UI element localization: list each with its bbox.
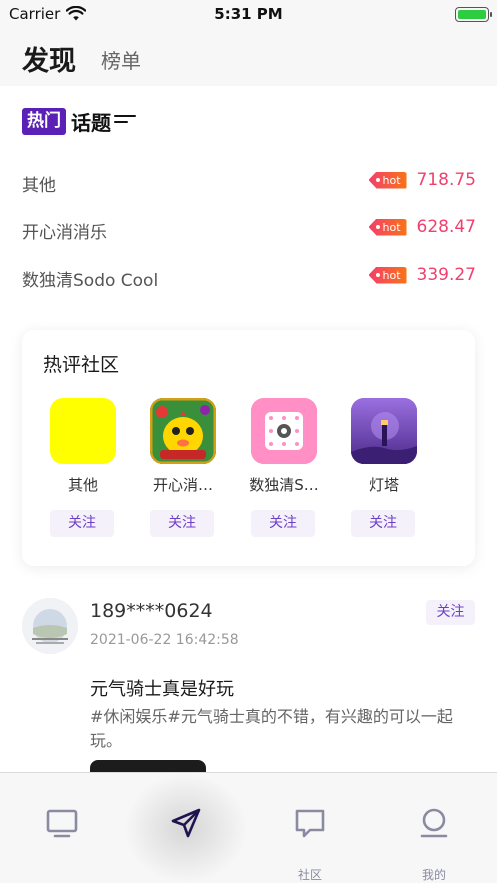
community-name: 灯塔 [368, 476, 399, 494]
post-username[interactable]: 189****0624 [90, 600, 213, 622]
follow-button[interactable]: 关注 [50, 510, 114, 537]
tab-home[interactable] [0, 773, 124, 883]
hot-badge: hot [368, 171, 407, 189]
community-name: 数独清S… [249, 476, 319, 494]
topic-score: 339.27 [416, 265, 476, 285]
battery-icon [455, 7, 492, 22]
avatar[interactable] [22, 598, 78, 654]
community-name: 开心消… [152, 476, 213, 494]
bottom-tab-bar: 社区 我的 [0, 772, 497, 883]
top-header: 发现 榜单 [0, 30, 497, 86]
topic-score: 718.75 [416, 170, 476, 190]
post-title[interactable]: 元气骑士真是好玩 [90, 675, 234, 701]
tab-label: 社区 [297, 868, 322, 882]
follow-button[interactable]: 关注 [150, 510, 214, 537]
follow-button[interactable]: 关注 [351, 510, 415, 537]
chat-bubble-icon [295, 809, 325, 838]
menu-lines-icon [114, 114, 138, 128]
topic-row[interactable]: 其他 hot 718.75 [22, 167, 476, 197]
tab-discover[interactable]: 发现 [22, 39, 76, 78]
tab-discover-nav[interactable] [124, 773, 248, 883]
clock: 5:31 PM [214, 5, 283, 23]
topic-name: 开心消消乐 [22, 223, 107, 243]
card-title: 热评社区 [43, 354, 120, 376]
community-name: 其他 [67, 476, 98, 494]
topic-row[interactable]: 开心消消乐 hot 628.47 [22, 214, 476, 244]
post-body[interactable]: #休闲娱乐#元气骑士真的不错，有兴趣的可以一起玩。 [90, 705, 470, 753]
post-follow-button[interactable]: 关注 [426, 600, 475, 625]
follow-button[interactable]: 关注 [251, 510, 315, 537]
yellow-square-icon[interactable] [50, 398, 116, 464]
monitor-icon [46, 809, 78, 838]
topic-score: 628.47 [416, 217, 476, 237]
tab-ranking[interactable]: 榜单 [101, 45, 141, 74]
sudoku-app-icon[interactable] [251, 398, 317, 464]
chick-game-icon[interactable] [150, 398, 216, 464]
tab-label: 我的 [421, 868, 446, 882]
hot-logo-box: 热门 [22, 107, 66, 135]
profile-icon [420, 808, 448, 838]
hot-logo-text: 话题 [71, 110, 111, 135]
tab-community[interactable]: 社区 [248, 773, 372, 883]
topic-name: 数独清Sodo Cool [22, 271, 159, 291]
status-bar: Carrier 5:31 PM [0, 0, 497, 30]
topic-row[interactable]: 数独清Sodo Cool hot 339.27 [22, 262, 476, 292]
send-icon [171, 808, 201, 838]
post-timestamp: 2021-06-22 16:42:58 [90, 632, 239, 648]
lighthouse-app-icon[interactable] [351, 398, 417, 464]
hot-community-card: 热评社区 其他 关注 开心消… 关注 数独清S… 关注 灯塔 关注 [22, 330, 475, 566]
tab-profile[interactable]: 我的 [372, 773, 496, 883]
hot-badge: hot [368, 218, 407, 236]
topic-name: 其他 [22, 176, 56, 196]
hot-badge: hot [368, 266, 407, 284]
hot-topics-logo: 热门 话题 [22, 107, 138, 135]
